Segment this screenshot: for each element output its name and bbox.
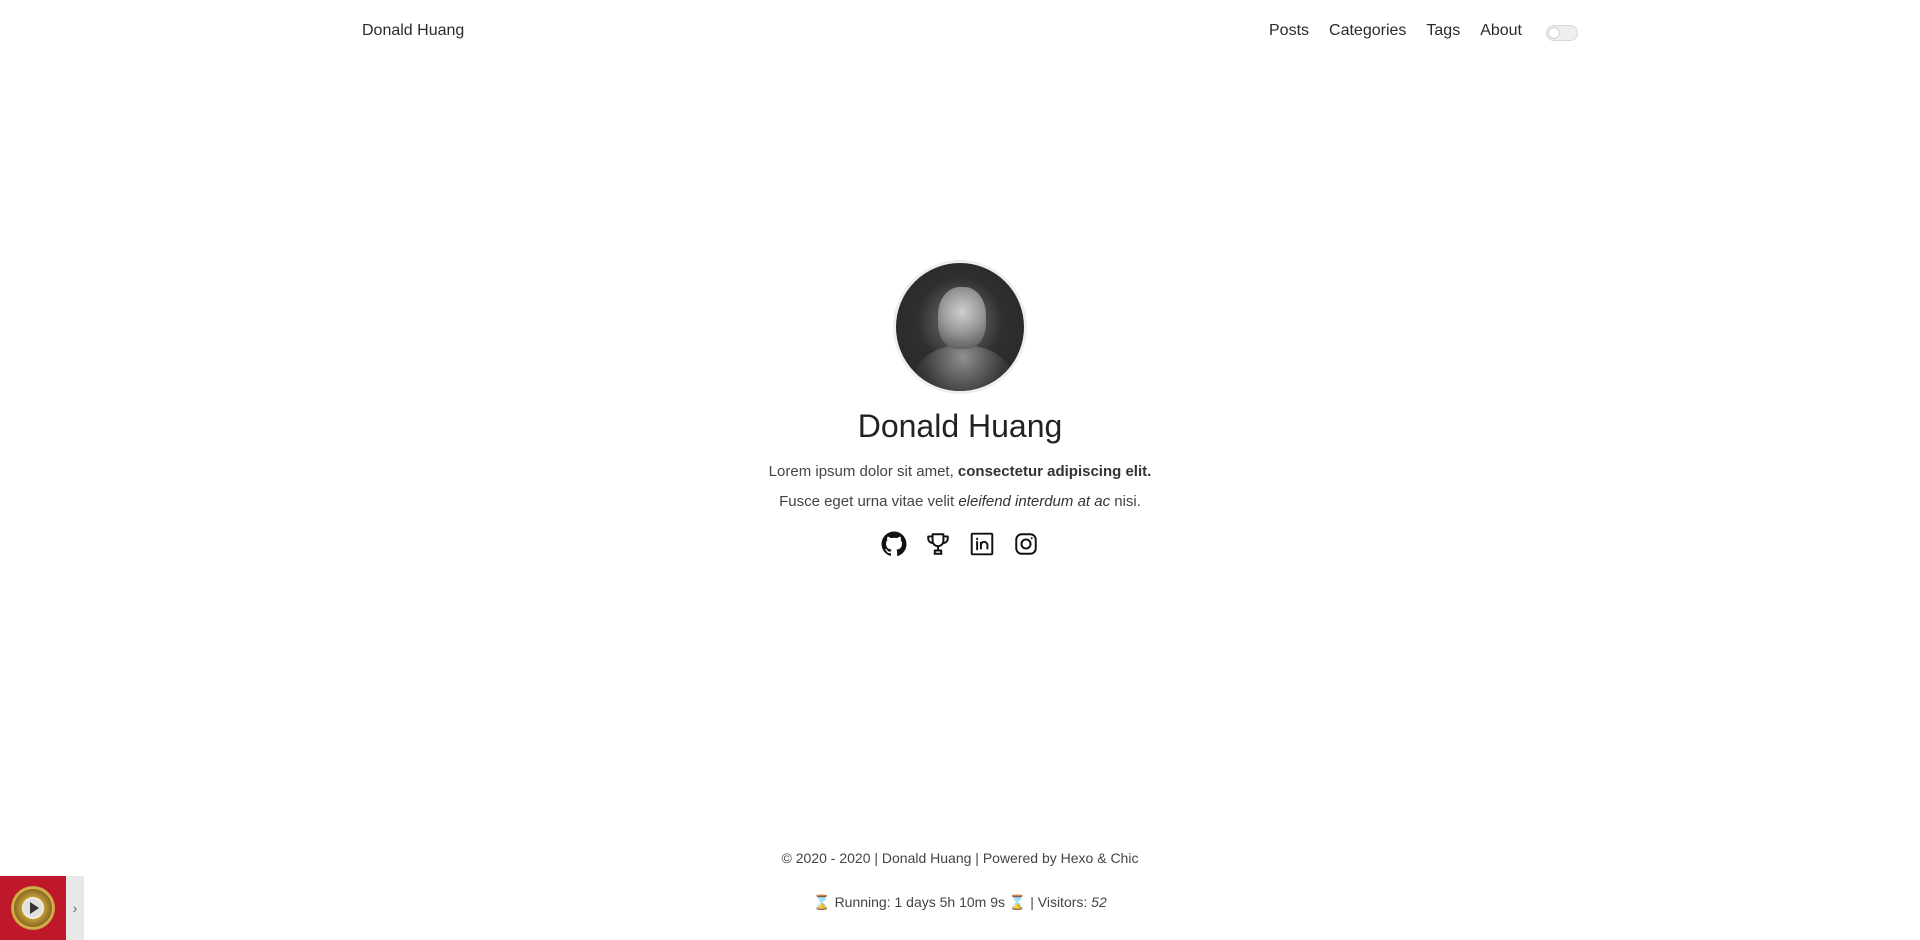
nav-categories[interactable]: Categories (1329, 22, 1406, 40)
github-icon (881, 531, 907, 557)
avatar-face (938, 287, 986, 349)
linkedin-link[interactable] (969, 531, 995, 557)
desc-line1-bold: consectetur adipiscing elit. (957, 463, 1152, 480)
instagram-link[interactable] (1013, 531, 1039, 557)
site-header: Donald Huang Posts Categories Tags About (0, 0, 1920, 66)
github-link[interactable] (881, 531, 907, 557)
main-nav: Posts Categories Tags About (1269, 22, 1522, 40)
desc-line2-text-start: Fusce eget urna vitae velit (779, 493, 959, 510)
footer-running-text: ⌛ Running: 1 days 5h 10m 9s ⌛ | Visitors… (813, 894, 1092, 910)
profile-description-line-1: Lorem ipsum dolor sit amet, consectetur … (0, 457, 1920, 487)
dark-mode-toggle[interactable] (1546, 25, 1578, 41)
visitor-count: 52 (1091, 894, 1107, 910)
profile-name: Donald Huang (857, 408, 1063, 444)
music-cover[interactable] (0, 876, 66, 940)
page: Donald Huang Posts Categories Tags About… (0, 0, 1920, 940)
nav-tags[interactable]: Tags (1426, 22, 1460, 40)
footer-stats: ⌛ Running: 1 days 5h 10m 9s ⌛ | Visitors… (0, 894, 1920, 911)
music-player: › (0, 876, 84, 940)
footer-copyright: © 2020 - 2020 | Donald Huang | Powered b… (781, 850, 1139, 866)
profile-section: Donald Huang Lorem ipsum dolor sit amet,… (0, 260, 1920, 557)
music-expand-button[interactable]: › (66, 876, 84, 940)
instagram-icon (1015, 533, 1037, 555)
trophy-link[interactable] (925, 531, 951, 557)
avatar-shoulders (916, 345, 1010, 391)
linkedin-icon (970, 532, 994, 556)
profile-description-line-2: Fusce eget urna vitae velit eleifend int… (0, 487, 1920, 517)
nav-posts[interactable]: Posts (1269, 22, 1309, 40)
play-icon[interactable] (22, 897, 44, 919)
social-links (0, 531, 1920, 557)
nav-about[interactable]: About (1480, 22, 1522, 40)
profile-description: Lorem ipsum dolor sit amet, consectetur … (0, 457, 1920, 517)
trophy-icon (927, 533, 949, 555)
desc-line2-text-end: nisi. (1110, 493, 1141, 510)
toggle-knob (1548, 27, 1560, 39)
avatar (893, 260, 1027, 394)
site-title-link[interactable]: Donald Huang (362, 22, 464, 40)
site-footer: © 2020 - 2020 | Donald Huang | Powered b… (0, 850, 1920, 911)
desc-line1-text: Lorem ipsum dolor sit amet, (768, 463, 958, 480)
album-disc (11, 886, 55, 930)
desc-line2-italic: eleifend interdum at ac (958, 493, 1111, 510)
